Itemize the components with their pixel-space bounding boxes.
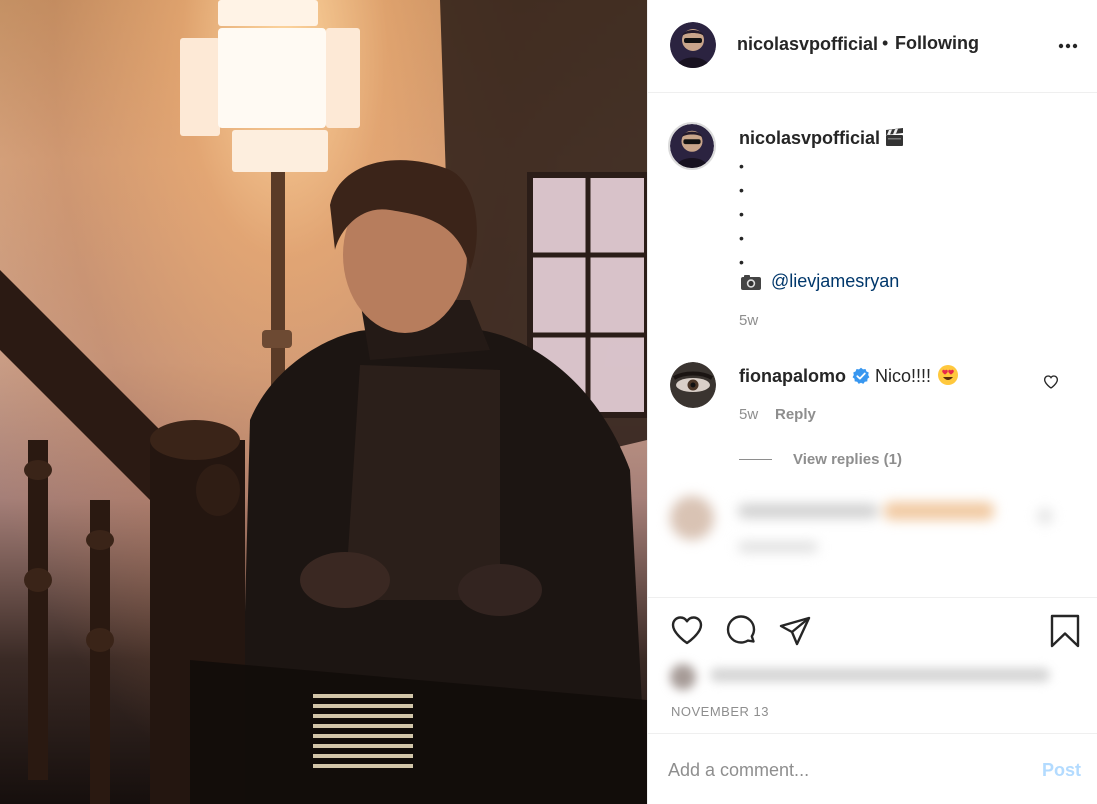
more-horizontal-icon[interactable] xyxy=(1056,34,1080,58)
photo-scene xyxy=(0,0,647,804)
caption-timestamp[interactable]: 5w xyxy=(739,312,758,329)
post-header: nicolasvpofficial • Following xyxy=(648,0,1097,93)
post-actions: NOVEMBER 13 xyxy=(648,597,1097,732)
view-replies-divider xyxy=(739,459,772,460)
post-comment-button[interactable]: Post xyxy=(1042,760,1081,781)
caption-bullet: • xyxy=(739,182,744,198)
caption-bullet: • xyxy=(739,158,744,174)
author-avatar[interactable] xyxy=(670,22,716,68)
caption-bullet: • xyxy=(739,230,744,246)
heart-icon[interactable] xyxy=(670,614,704,648)
bookmark-icon[interactable] xyxy=(1048,614,1082,648)
post-photo[interactable] xyxy=(0,0,647,804)
heart-eyes-emoji-icon xyxy=(938,365,958,385)
commenter-username[interactable]: fionapalomo xyxy=(739,366,846,387)
comments-list[interactable]: nicolasvpofficial • • • • • @lievjamesry… xyxy=(648,94,1097,597)
caption-bullet: • xyxy=(739,206,744,222)
view-replies-button[interactable]: View replies (1) xyxy=(793,451,902,468)
caption-mention-link[interactable]: @lievjamesryan xyxy=(771,271,899,292)
author-username[interactable]: nicolasvpofficial xyxy=(737,34,878,55)
commenter-avatar[interactable] xyxy=(670,362,716,408)
follow-separator: • xyxy=(882,33,889,53)
camera-icon xyxy=(741,275,761,290)
post-detail-panel: nicolasvpofficial • Following nicolasvpo… xyxy=(647,0,1097,804)
reply-button[interactable]: Reply xyxy=(775,406,816,423)
following-button[interactable]: Following xyxy=(895,33,979,54)
blurred-comment xyxy=(662,478,1074,596)
blurred-likes xyxy=(656,656,1076,694)
caption-bullets: • • • • • xyxy=(739,154,744,274)
comment-timestamp[interactable]: 5w xyxy=(739,406,758,423)
comment-text: Nico!!!! xyxy=(875,366,932,386)
comment-icon[interactable] xyxy=(724,614,758,648)
caption-bullet: • xyxy=(739,254,744,270)
add-comment-input[interactable] xyxy=(668,756,1018,784)
comment-like-heart-icon[interactable] xyxy=(1043,374,1059,390)
paper-plane-icon[interactable] xyxy=(778,614,812,648)
caption-username[interactable]: nicolasvpofficial xyxy=(739,128,880,149)
post-date[interactable]: NOVEMBER 13 xyxy=(671,704,769,719)
clapper-board-icon xyxy=(886,128,903,146)
caption-avatar[interactable] xyxy=(668,122,716,170)
verified-badge-icon xyxy=(852,367,870,384)
comment-composer: Post xyxy=(648,733,1097,804)
